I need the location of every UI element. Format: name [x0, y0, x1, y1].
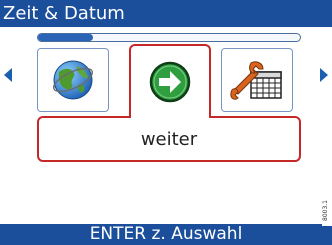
progress-fill: [38, 34, 94, 41]
page-title: Zeit & Datum: [3, 3, 125, 24]
menu-item-globe[interactable]: [37, 48, 109, 112]
menu-item-settings[interactable]: [221, 48, 293, 112]
scroll-left-arrow-icon[interactable]: [4, 68, 12, 82]
menu-item-next[interactable]: [129, 44, 211, 117]
progress-bar: [37, 33, 301, 42]
selection-connector: [131, 114, 209, 118]
footer-hint: ENTER z. Auswahl: [89, 224, 243, 244]
serial-number: 8003.1: [322, 196, 332, 226]
title-bar: Zeit & Datum: [0, 0, 332, 27]
selected-item-label-box: weiter: [37, 116, 301, 162]
scroll-right-arrow-icon[interactable]: [320, 68, 328, 82]
globe-icon: [52, 60, 94, 100]
device-screen: Zeit & Datum weiter ENTER z. Auswahl 800…: [0, 0, 332, 245]
selected-item-label: weiter: [140, 128, 198, 150]
wrench-calendar-icon: [230, 61, 282, 100]
footer-hint-bar: ENTER z. Auswahl: [0, 224, 332, 245]
next-arrow-icon: [149, 61, 191, 102]
